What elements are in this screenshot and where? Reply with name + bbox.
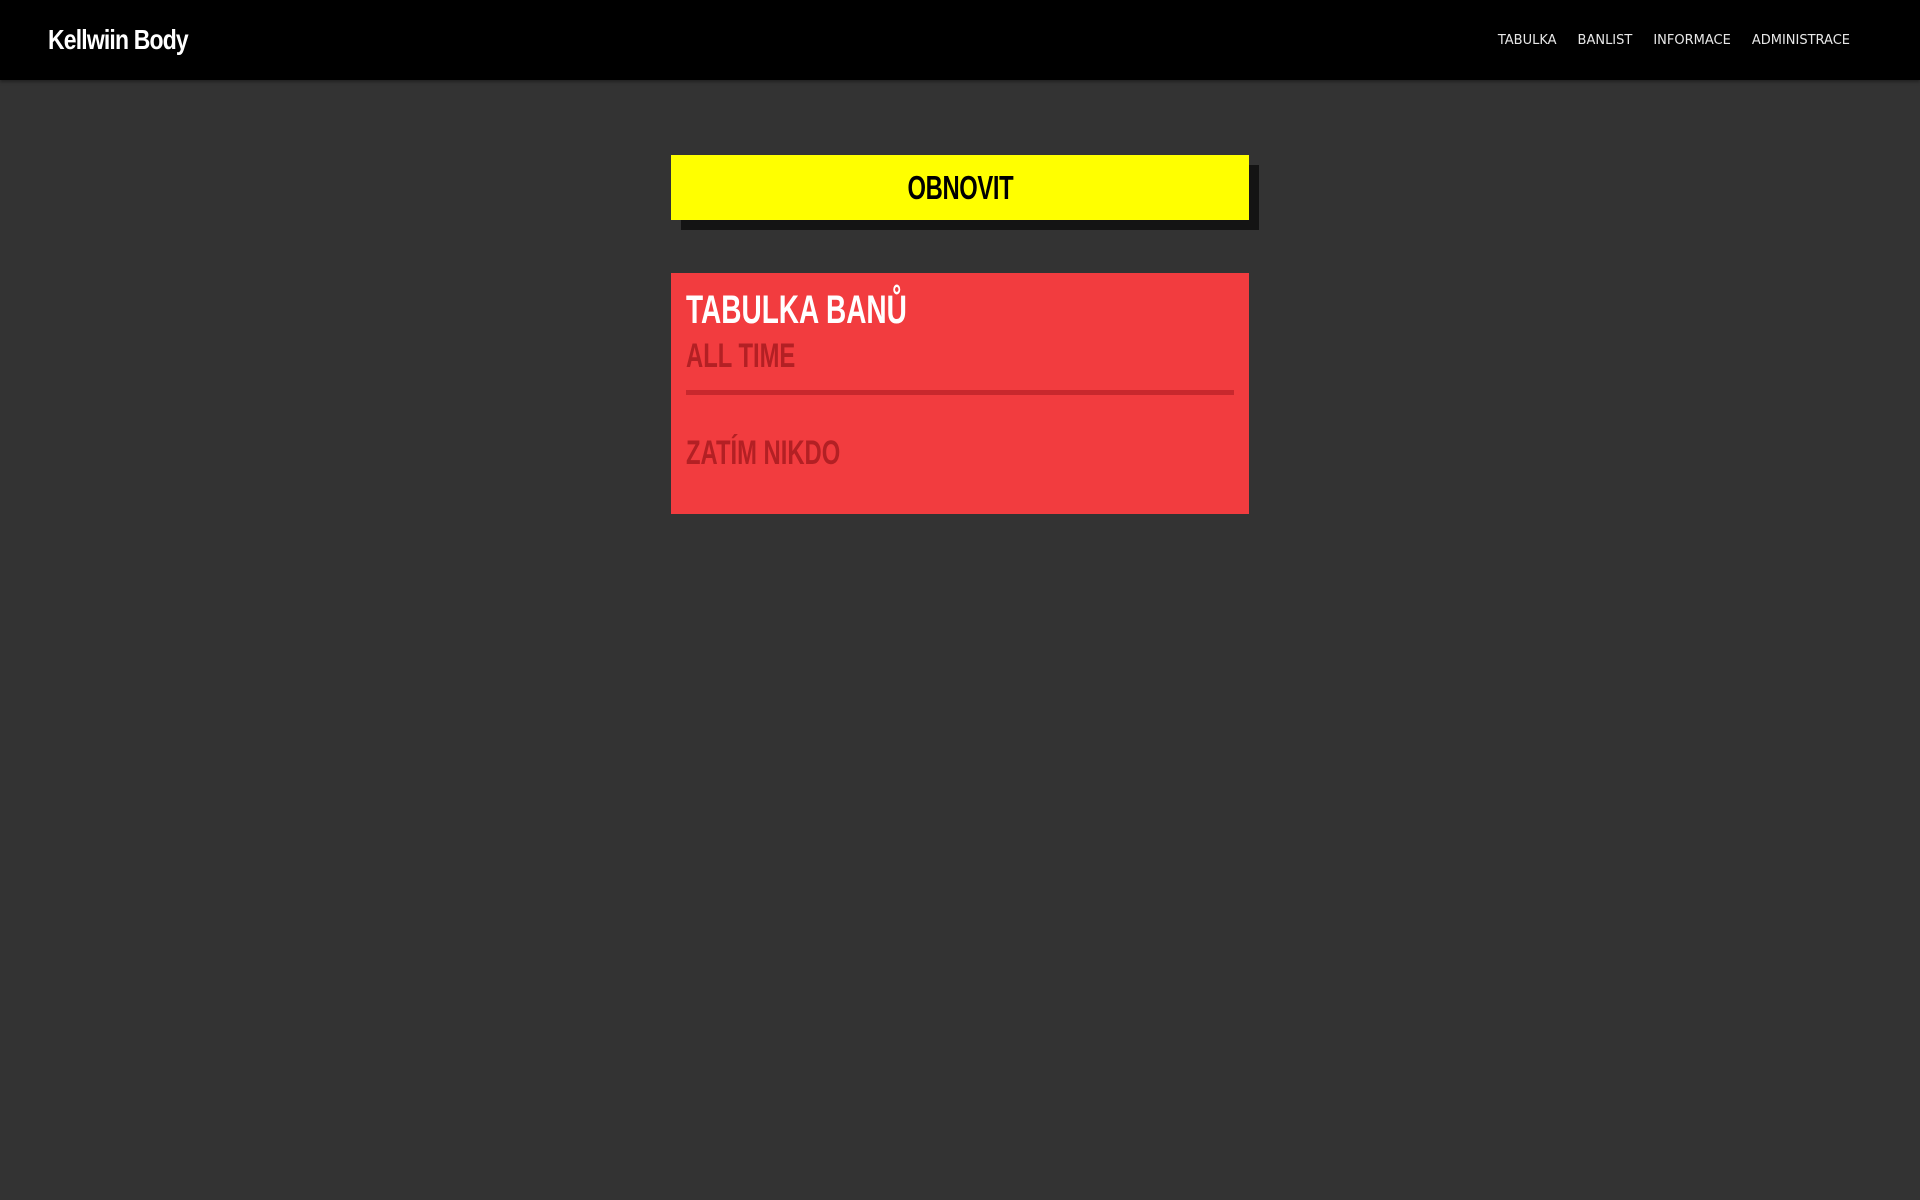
nav-link-tabulka[interactable]: TABULKA [1498,33,1557,48]
nav-link-administrace[interactable]: ADMINISTRACE [1752,33,1850,48]
nav-link-banlist[interactable]: BANLIST [1578,33,1633,48]
refresh-button-label: OBNOVIT [907,168,1013,206]
brand-logo[interactable]: Kellwiin Body [48,21,189,59]
nav-link-informace[interactable]: INFORMACE [1653,33,1730,48]
ban-table-empty-message: ZATÍM NIKDO [686,434,841,472]
ban-table-divider [686,390,1234,395]
ban-table-subtitle: ALL TIME [686,337,796,375]
nav-links: TABULKA BANLIST INFORMACE ADMINISTRACE [1477,0,1850,80]
top-navbar: Kellwiin Body TABULKA BANLIST INFORMACE … [0,0,1920,80]
ban-table-title: TABULKA BANŮ [686,288,907,332]
refresh-button-wrapper: OBNOVIT [671,155,1259,230]
refresh-button[interactable]: OBNOVIT [671,155,1249,220]
ban-table-card: TABULKA BANŮ ALL TIME ZATÍM NIKDO [671,273,1249,514]
